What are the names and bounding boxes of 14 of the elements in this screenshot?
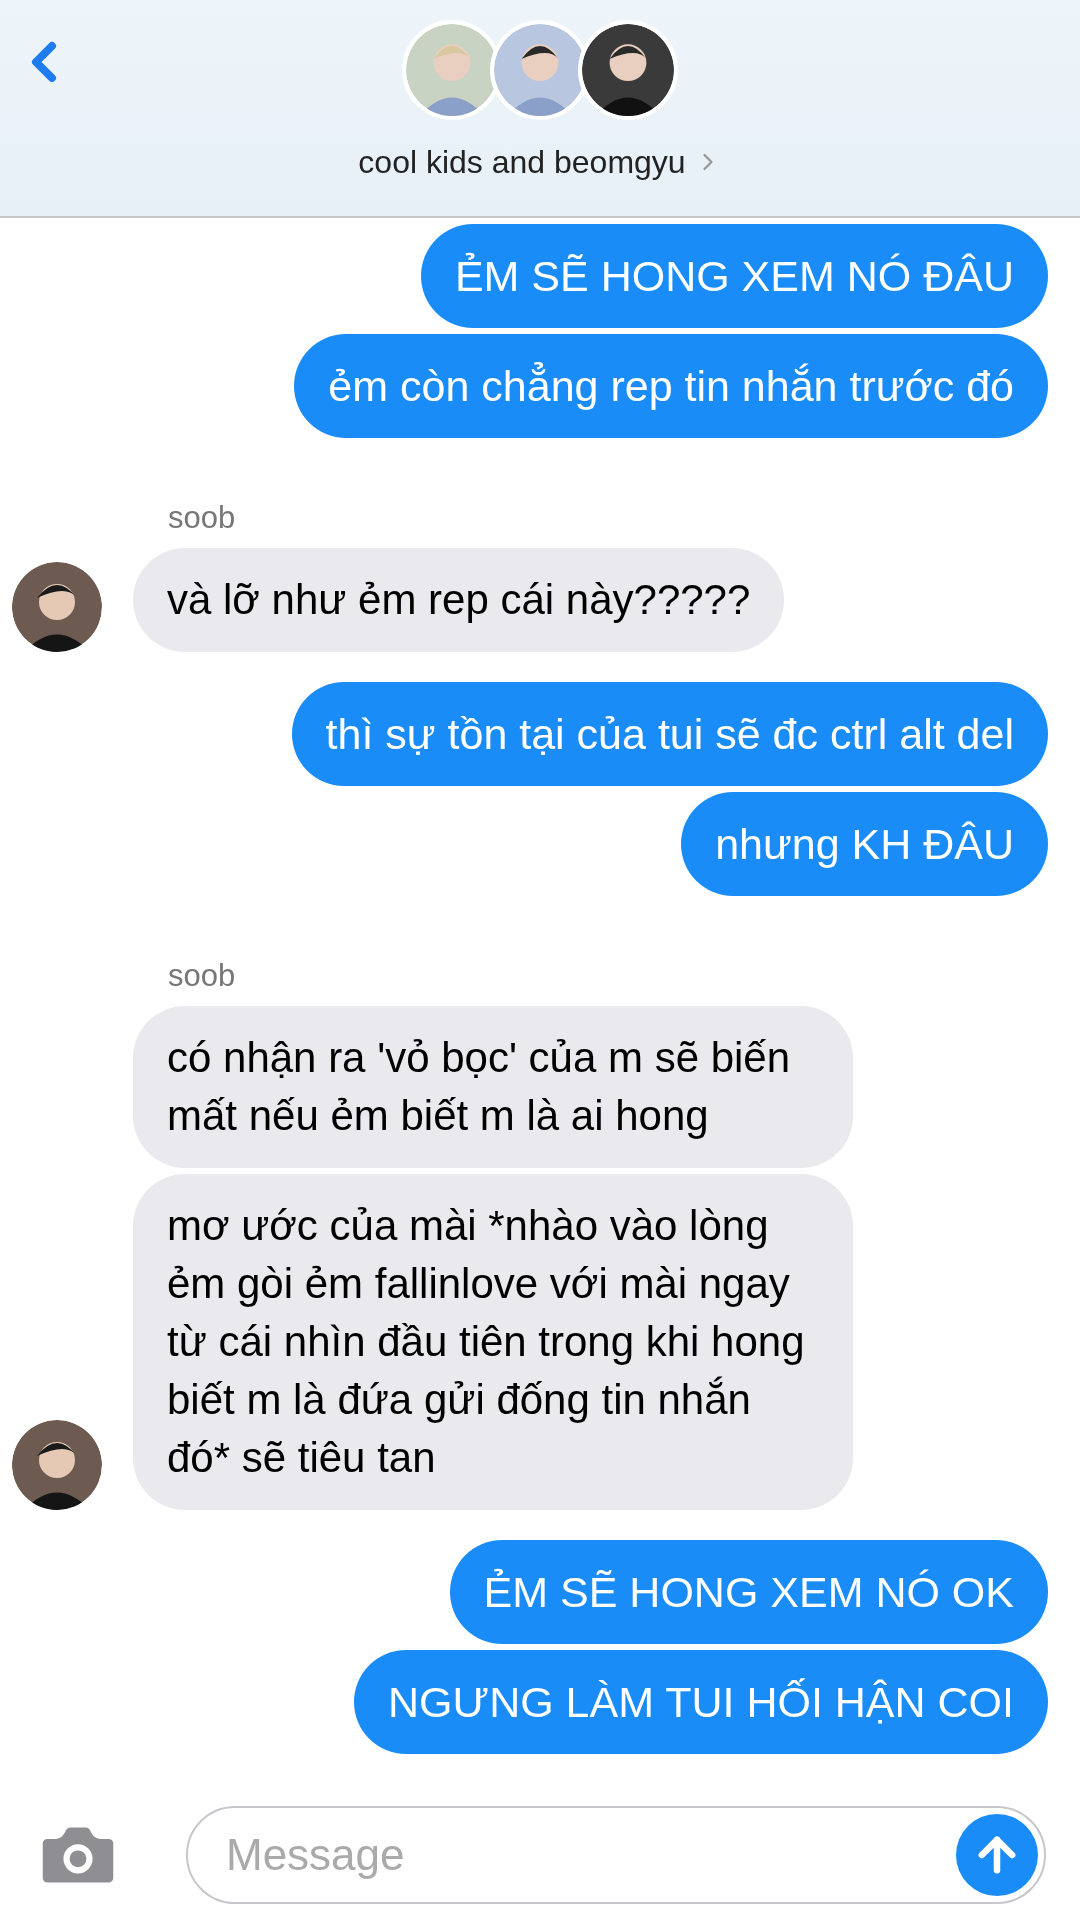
message-field[interactable]: Message [186, 1806, 1046, 1904]
conversation-title[interactable]: cool kids and beomgyu [358, 138, 722, 186]
outgoing-message: NGƯNG LÀM TUI HỐI HẬN COI [353, 1650, 1048, 1754]
outgoing-message: nhưng KH ĐÂU [681, 792, 1048, 896]
sender-name: soob [168, 958, 236, 994]
outgoing-message: ẻm còn chẳng rep tin nhắn trước đó [294, 334, 1048, 438]
incoming-message: mơ ước của mài *nhào vào lòng ẻm gòi ẻm fallinlove với mài ngay từ cái nhìn đầu tiên trong khi hong biết m là đứa gửi đống tin nhắn đó* sẽ tiêu tan [133, 1174, 853, 1510]
outgoing-message: thì sự tồn tại của tui sẽ đc ctrl alt del [291, 682, 1048, 786]
outgoing-message: ẺM SẼ HONG XEM NÓ OK [449, 1540, 1048, 1644]
send-button[interactable] [956, 1814, 1038, 1896]
outgoing-message: ẺM SẼ HONG XEM NÓ ĐÂU [420, 224, 1048, 328]
sender-name: soob [168, 500, 236, 536]
incoming-message: có nhận ra 'vỏ bọc' của m sẽ biến mất nếu ẻm biết m là ai hong [133, 1006, 853, 1168]
incoming-message: và lỡ như ẻm rep cái này????? [133, 548, 785, 652]
